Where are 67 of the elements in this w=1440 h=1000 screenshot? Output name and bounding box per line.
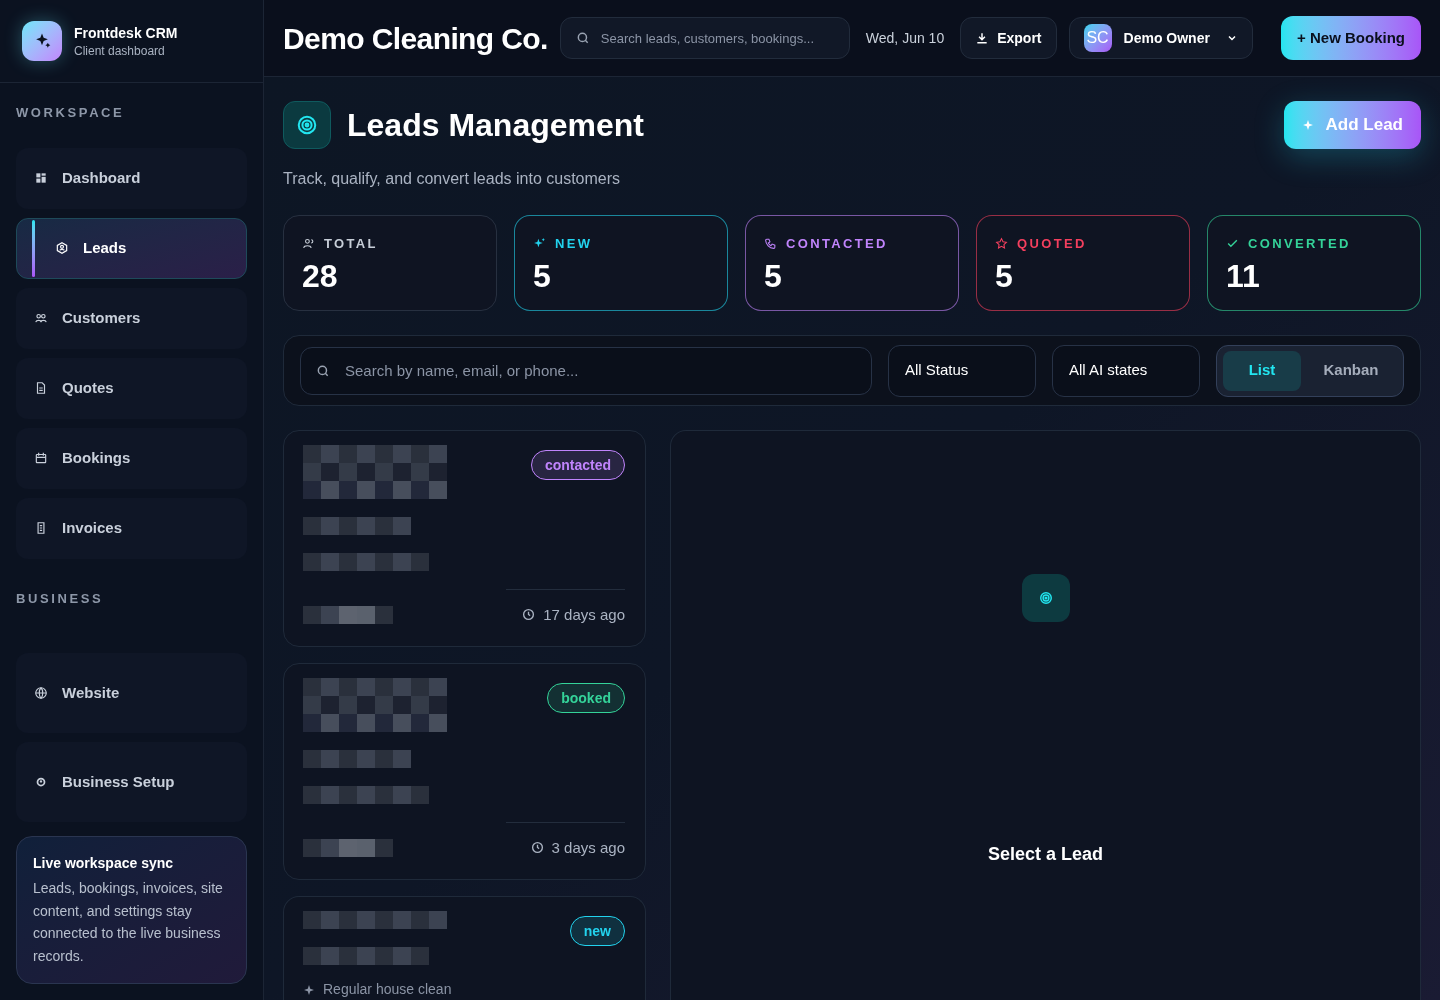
stat-label: CONTACTED xyxy=(786,235,888,253)
nav-item[interactable]: Dashboard xyxy=(16,147,247,209)
status-badge: booked xyxy=(547,683,625,713)
user-name: Demo Owner xyxy=(1123,29,1210,48)
lead-card[interactable]: contacted 17 days ago xyxy=(283,430,646,647)
user-avatar: SC xyxy=(1083,24,1112,52)
person-icon xyxy=(302,237,315,251)
receipt-icon xyxy=(34,521,48,535)
nav-item[interactable]: Customers xyxy=(16,287,247,349)
lead-card[interactable]: new Regular house clean xyxy=(283,896,646,1000)
star-icon xyxy=(995,237,1008,251)
clock-icon xyxy=(530,841,544,855)
nav-item[interactable]: Leads xyxy=(16,217,247,279)
user-badge-icon xyxy=(55,241,69,255)
status-badge: new xyxy=(569,916,625,946)
globe-icon xyxy=(34,686,48,700)
date-label: Wed, Jun 10 xyxy=(864,29,946,48)
export-button[interactable]: Export xyxy=(960,17,1057,59)
page-title: Leads Management xyxy=(347,106,644,145)
lead-search-field[interactable]: Search by name, email, or phone... xyxy=(300,346,872,395)
sparkle-icon xyxy=(303,983,315,996)
calendar-icon xyxy=(34,451,48,465)
document-icon xyxy=(34,381,48,395)
stat-value: 11 xyxy=(1226,256,1261,296)
stat-value: 28 xyxy=(302,256,339,296)
stat-value: 5 xyxy=(995,256,1014,296)
stat-label: CONVERTED xyxy=(1248,235,1351,253)
logo-icon xyxy=(22,21,62,61)
section-heading: WORKSPACE xyxy=(16,104,126,122)
stat-label: QUOTED xyxy=(1017,235,1087,253)
sync-title: Live workspace sync xyxy=(33,854,175,873)
page-subtitle: Track, qualify, and convert leads into customers xyxy=(283,169,622,189)
nav-item[interactable]: Bookings xyxy=(16,427,247,489)
view-tab[interactable]: Kanban xyxy=(1305,350,1397,391)
target-icon xyxy=(283,101,331,149)
people-icon xyxy=(34,311,48,325)
sync-text: Leads, bookings, invoices, site content, and settings stay connected to the live business records. xyxy=(33,879,224,966)
stat-value: 5 xyxy=(533,256,552,296)
nav-item[interactable]: Website xyxy=(16,653,247,733)
nav-item[interactable]: Invoices xyxy=(16,497,247,559)
download-icon xyxy=(975,31,990,45)
section-heading: BUSINESS xyxy=(16,589,105,608)
clock-icon xyxy=(522,608,536,622)
brand-subtitle: Client dashboard xyxy=(74,43,166,59)
lead-age: 3 days ago xyxy=(551,837,625,858)
settings-icon xyxy=(34,775,48,789)
user-menu-button[interactable]: SC Demo Owner xyxy=(1068,17,1253,59)
brand-name: Frontdesk CRM xyxy=(74,24,178,43)
nav-item[interactable]: Business Setup xyxy=(16,742,247,822)
stat-label: TOTAL xyxy=(324,235,378,253)
target-icon xyxy=(1021,574,1070,622)
lead-card[interactable]: booked 3 days ago xyxy=(283,663,646,880)
status-badge: contacted xyxy=(530,450,625,480)
company-title: Demo Cleaning Co. xyxy=(283,20,548,57)
ai-state-dropdown[interactable]: All AI states xyxy=(1052,344,1200,397)
view-tab[interactable]: List xyxy=(1223,350,1301,391)
stat-label: NEW xyxy=(555,235,593,253)
phone-icon xyxy=(764,237,777,251)
nav-item[interactable]: Quotes xyxy=(16,357,247,419)
status-dropdown[interactable]: All Status xyxy=(888,344,1036,397)
lead-service: Regular house clean xyxy=(323,980,452,999)
empty-state-title: Select a Lead xyxy=(987,843,1104,866)
new-booking-button[interactable]: + New Booking xyxy=(1281,16,1421,60)
search-field[interactable]: Search leads, customers, bookings... xyxy=(559,17,850,59)
lead-age: 17 days ago xyxy=(543,604,625,625)
grid-icon xyxy=(34,171,48,185)
stat-value: 5 xyxy=(764,256,783,296)
